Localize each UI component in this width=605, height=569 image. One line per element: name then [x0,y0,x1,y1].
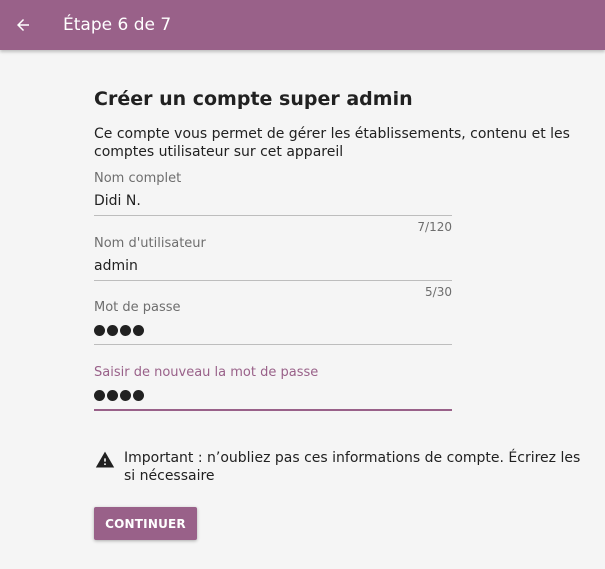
app-bar: Étape 6 de 7 [0,0,605,50]
form-description: Ce compte vous permet de gérer les établ… [94,126,570,160]
continue-button[interactable]: CONTINUER [94,507,197,540]
password-label: Mot de passe [94,300,181,315]
username-counter: 5/30 [425,285,452,299]
back-button[interactable] [10,12,36,38]
password-mask-dot [133,325,144,336]
warning-message: Important : n’oubliez pas ces informatio… [124,450,581,484]
password-mask-dot [120,390,131,401]
username-underline [94,280,452,281]
full-name-counter: 7/120 [417,220,452,234]
password-mask-dot [107,325,118,336]
password-underline [94,344,452,345]
full-name-label: Nom complet [94,171,182,186]
password-confirm-input[interactable] [94,390,144,401]
password-confirm-underline [94,409,452,411]
password-mask-dot [94,390,105,401]
password-input[interactable] [94,325,144,336]
username-input[interactable]: admin [94,257,138,275]
password-confirm-label: Saisir de nouveau la mot de passe [94,365,319,380]
warning-triangle-icon [95,451,115,468]
password-mask-dot [107,390,118,401]
password-mask-dot [120,325,131,336]
password-mask-dot [133,390,144,401]
step-title: Étape 6 de 7 [63,15,172,35]
password-mask-dot [94,325,105,336]
full-name-input[interactable]: Didi N. [94,192,141,210]
username-label: Nom d'utilisateur [94,236,206,251]
page-title: Créer un compte super admin [94,88,413,110]
arrow-left-icon [17,19,29,31]
full-name-underline [94,215,452,216]
